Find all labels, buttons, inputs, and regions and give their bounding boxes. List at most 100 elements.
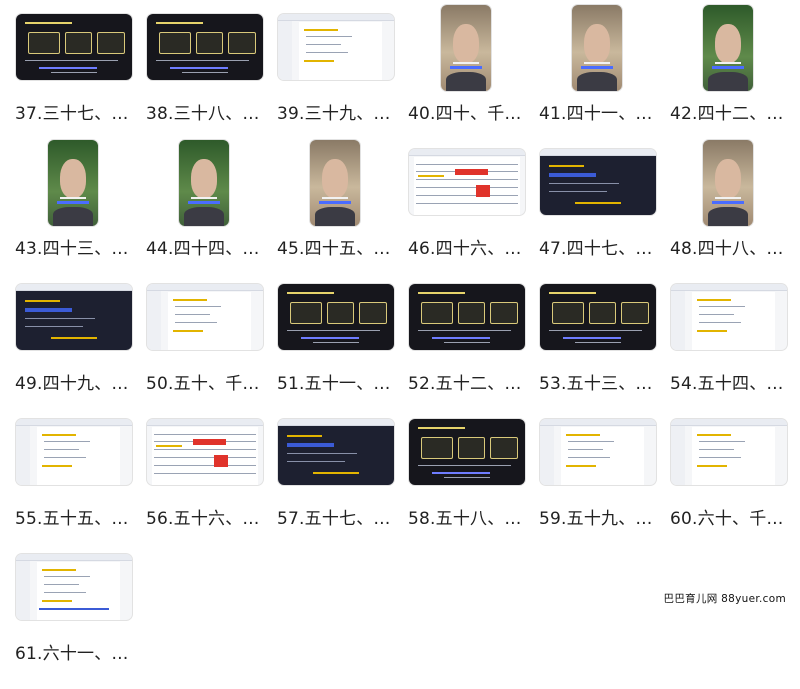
video-thumbnail[interactable]	[278, 14, 394, 80]
thumb-detail	[551, 302, 584, 325]
video-title[interactable]: 49.四十九、…	[15, 369, 133, 394]
video-title[interactable]: 44.四十四、…	[146, 234, 264, 259]
video-tile[interactable]: 47.四十七、…	[539, 149, 657, 284]
video-title[interactable]: 57.五十七、…	[277, 504, 395, 529]
video-tile[interactable]: 44.四十四、…	[146, 140, 264, 284]
thumb-detail	[172, 330, 203, 333]
video-thumbnail[interactable]	[16, 419, 132, 485]
video-thumbnail[interactable]	[278, 284, 394, 350]
thumb-detail	[16, 419, 132, 426]
video-tile[interactable]: 58.五十八、…	[408, 419, 526, 554]
video-tile[interactable]: 39.三十九、…	[277, 14, 395, 149]
video-thumbnail[interactable]	[310, 140, 360, 226]
thumb-detail	[39, 66, 98, 69]
video-thumbnail[interactable]	[48, 140, 98, 226]
video-title[interactable]: 54.五十四、…	[670, 369, 788, 394]
video-thumbnail[interactable]	[540, 149, 656, 215]
thumb-detail	[450, 65, 482, 69]
video-tile[interactable]: 53.五十三、…	[539, 284, 657, 419]
thumb-detail	[560, 426, 645, 485]
video-title[interactable]: 42.四十二、…	[670, 99, 788, 124]
video-tile[interactable]: 46.四十六、…	[408, 149, 526, 284]
video-tile[interactable]: 60.六十、千…	[670, 419, 788, 554]
video-tile[interactable]: 37.三十七、…	[15, 14, 133, 149]
video-tile[interactable]: 41.四十一、…	[539, 5, 657, 149]
video-title[interactable]: 50.五十、千…	[146, 369, 264, 394]
video-tile[interactable]: 54.五十四、…	[670, 284, 788, 419]
video-tile[interactable]: 40.四十、千…	[408, 5, 526, 149]
video-title[interactable]: 51.五十一、…	[277, 369, 395, 394]
thumb-detail	[43, 441, 91, 443]
video-tile[interactable]: 42.四十二、…	[670, 5, 788, 149]
video-tile[interactable]: 51.五十一、…	[277, 284, 395, 419]
video-title[interactable]: 45.四十五、…	[277, 234, 395, 259]
video-title[interactable]: 59.五十九、…	[539, 504, 657, 529]
thumb-detail	[57, 200, 89, 204]
video-title[interactable]: 41.四十一、…	[539, 99, 657, 124]
video-tile[interactable]: 59.五十九、…	[539, 419, 657, 554]
video-title[interactable]: 58.五十八、…	[408, 504, 526, 529]
video-title[interactable]: 37.三十七、…	[15, 99, 133, 124]
site-watermark: 巴巴育儿网 88yuer.com	[663, 593, 786, 605]
video-thumbnail[interactable]	[16, 284, 132, 350]
video-thumbnail[interactable]	[147, 284, 263, 350]
thumb-detail	[305, 44, 341, 46]
video-thumbnail[interactable]	[179, 140, 229, 226]
video-tile[interactable]: 49.四十九、…	[15, 284, 133, 419]
video-tile[interactable]: 61.六十一、…	[15, 554, 133, 689]
thumb-detail	[60, 158, 86, 199]
video-title[interactable]: 48.四十八、…	[670, 234, 788, 259]
video-tile[interactable]: 52.五十二、…	[408, 284, 526, 419]
video-thumbnail[interactable]	[572, 5, 622, 91]
video-thumbnail[interactable]	[671, 284, 787, 350]
video-thumbnail[interactable]	[703, 5, 753, 91]
video-thumbnail[interactable]	[147, 14, 263, 80]
video-thumbnail[interactable]	[409, 419, 525, 485]
video-thumbnail[interactable]	[540, 284, 656, 350]
video-thumbnail[interactable]	[671, 419, 787, 485]
thumb-detail	[413, 156, 521, 215]
video-title[interactable]: 60.六十、千…	[670, 504, 788, 529]
video-tile[interactable]: 55.五十五、…	[15, 419, 133, 554]
video-title[interactable]: 43.四十三、…	[15, 234, 133, 259]
thumb-detail	[39, 608, 109, 611]
thumb-detail	[574, 201, 622, 204]
video-thumbnail[interactable]	[16, 554, 132, 620]
video-tile[interactable]: 43.四十三、…	[15, 140, 133, 284]
video-title[interactable]: 55.五十五、…	[15, 504, 133, 529]
video-thumbnail[interactable]	[409, 284, 525, 350]
thumb-detail	[43, 449, 79, 451]
thumb-detail	[43, 592, 86, 594]
video-title[interactable]: 61.六十一、…	[15, 639, 133, 664]
thumb-detail	[549, 164, 585, 167]
video-tile[interactable]: 45.四十五、…	[277, 140, 395, 284]
video-title[interactable]: 39.三十九、…	[277, 99, 395, 124]
thumb-detail	[25, 318, 95, 320]
video-title[interactable]: 56.五十六、…	[146, 504, 264, 529]
video-title[interactable]: 38.三十八、…	[146, 99, 264, 124]
video-tile[interactable]: 56.五十六、…	[146, 419, 264, 554]
video-tile[interactable]: 57.五十七、…	[277, 419, 395, 554]
thumb-detail	[420, 302, 453, 325]
video-title[interactable]: 46.四十六、…	[408, 234, 526, 259]
video-title[interactable]: 52.五十二、…	[408, 369, 526, 394]
video-grid: 37.三十七、… 38.三十八、… 39.三十九、… 40.四十、千… 41.四十一、……	[15, 5, 788, 689]
video-thumbnail[interactable]	[16, 14, 132, 80]
video-thumbnail[interactable]	[441, 5, 491, 91]
video-tile[interactable]: 48.四十八、…	[670, 140, 788, 284]
video-thumbnail[interactable]	[278, 419, 394, 485]
video-thumbnail[interactable]	[147, 419, 263, 485]
thumb-detail	[476, 184, 491, 197]
video-title[interactable]: 47.四十七、…	[539, 234, 657, 259]
video-title[interactable]: 40.四十、千…	[408, 99, 526, 124]
video-thumbnail[interactable]	[540, 419, 656, 485]
video-thumbnail[interactable]	[409, 149, 525, 215]
video-title[interactable]: 53.五十三、…	[539, 369, 657, 394]
video-thumbnail[interactable]	[703, 140, 753, 226]
video-tile[interactable]: 50.五十、千…	[146, 284, 264, 419]
thumb-detail	[567, 441, 615, 443]
thumb-detail	[43, 457, 86, 459]
thumb-detail	[415, 195, 519, 197]
video-tile[interactable]: 38.三十八、…	[146, 14, 264, 149]
thumb-detail	[443, 477, 491, 479]
